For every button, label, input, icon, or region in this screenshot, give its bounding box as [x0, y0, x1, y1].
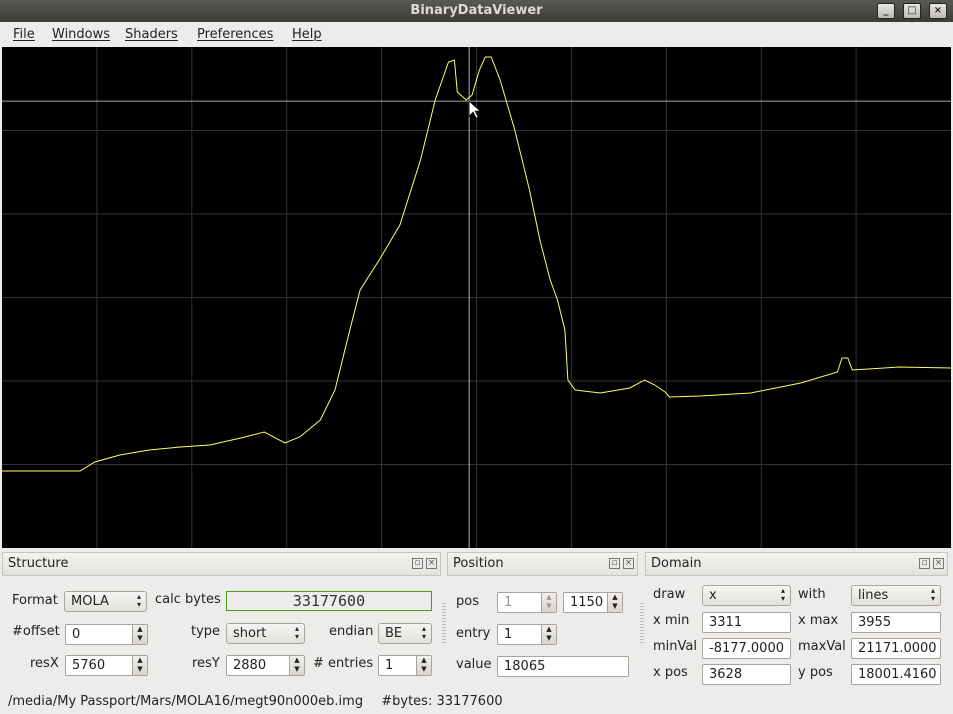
entry-label: entry [456, 626, 491, 641]
resy-spinbox[interactable]: 2880 ▲ ▼ [226, 655, 305, 676]
domain-title: Domain [651, 556, 702, 571]
pos2-value: 1150 [570, 595, 604, 610]
pos-value: 1 [504, 595, 513, 610]
plot-svg[interactable] [2, 47, 951, 548]
domain-dock-header: Domain ▫ × [645, 552, 948, 576]
format-select[interactable]: MOLA [64, 591, 147, 612]
resy-label: resY [192, 656, 220, 671]
offset-spinbox[interactable]: 0 ▲ ▼ [65, 624, 148, 645]
type-select[interactable]: short [226, 623, 305, 644]
spin-arrows-icon[interactable]: ▲ ▼ [541, 625, 556, 644]
menu-shaders[interactable]: Shaders [125, 27, 178, 42]
xmin-label: x min [653, 613, 690, 628]
minimize-button[interactable]: _ [877, 3, 895, 19]
maximize-button[interactable]: □ [903, 3, 921, 19]
resx-spinbox[interactable]: 5760 ▲ ▼ [65, 655, 148, 676]
pos-label: pos [456, 594, 479, 609]
entries-label: # entries [313, 656, 374, 671]
maxval-field[interactable]: 21171.0000 [851, 638, 941, 659]
resx-value: 5760 [72, 658, 106, 673]
pos2-spinbox[interactable]: 1150 ▲ ▼ [563, 592, 623, 613]
float-icon[interactable]: ▫ [609, 558, 620, 569]
minval-field[interactable]: -8177.0000 [702, 638, 791, 659]
float-icon[interactable]: ▫ [919, 558, 930, 569]
xpos-label: x pos [653, 665, 688, 680]
close-icon[interactable]: × [426, 558, 437, 569]
xmin-field[interactable]: 3311 [702, 612, 791, 633]
spin-arrows-icon[interactable]: ▲ ▼ [541, 593, 556, 612]
value-field[interactable]: 18065 [497, 656, 629, 677]
ypos-label: y pos [798, 665, 833, 680]
type-label: type [191, 624, 221, 639]
plot-canvas[interactable] [2, 47, 951, 548]
file-path: /media/My Passport/Mars/MOLA16/megt90n00… [8, 694, 364, 709]
spin-arrows-icon[interactable]: ▲ ▼ [132, 625, 147, 644]
calc-bytes-label: calc bytes [155, 592, 221, 607]
offset-label: #offset [12, 624, 60, 639]
draw-label: draw [653, 587, 686, 602]
mouse-cursor-icon [468, 100, 482, 119]
spin-arrows-icon[interactable]: ▲ ▼ [416, 656, 431, 675]
dock-splitter[interactable] [442, 603, 446, 643]
xmax-field[interactable]: 3955 [851, 612, 941, 633]
with-label: with [798, 587, 826, 602]
calc-bytes-display: 33177600 [226, 591, 432, 611]
maxval-label: maxVal [798, 639, 846, 654]
ypos-field[interactable]: 18001.4160 [851, 664, 941, 685]
status-bar: /media/My Passport/Mars/MOLA16/megt90n00… [0, 690, 953, 714]
resy-value: 2880 [233, 658, 267, 673]
structure-title: Structure [8, 556, 69, 571]
title-bar: BinaryDataViewer _ □ × [0, 0, 953, 22]
menu-bar: File Windows Shaders Preferences Help [0, 22, 953, 47]
entry-value: 1 [504, 627, 513, 642]
menu-help[interactable]: Help [292, 27, 322, 42]
position-title: Position [453, 556, 504, 571]
structure-dock-header: Structure ▫ × [2, 552, 441, 576]
offset-value: 0 [72, 627, 81, 642]
xpos-field[interactable]: 3628 [702, 664, 791, 685]
entries-value: 1 [385, 658, 394, 673]
menu-windows[interactable]: Windows [52, 27, 110, 42]
entries-spinbox[interactable]: 1 ▲ ▼ [378, 655, 432, 676]
menu-preferences[interactable]: Preferences [197, 27, 273, 42]
with-select[interactable]: lines [851, 585, 941, 606]
xmax-label: x max [798, 613, 839, 628]
position-dock-header: Position ▫ × [447, 552, 638, 576]
pos-spinbox[interactable]: 1 ▲ ▼ [497, 592, 557, 613]
spin-arrows-icon[interactable]: ▲ ▼ [289, 656, 304, 675]
minval-label: minVal [653, 639, 697, 654]
window-title: BinaryDataViewer [410, 3, 543, 18]
spin-arrows-icon[interactable]: ▲ ▼ [607, 593, 622, 612]
byte-count: #bytes: 33177600 [381, 694, 503, 709]
entry-spinbox[interactable]: 1 ▲ ▼ [497, 624, 557, 645]
menu-file[interactable]: File [13, 27, 35, 42]
close-icon[interactable]: × [933, 558, 944, 569]
value-label: value [456, 657, 492, 672]
resx-label: resX [30, 656, 59, 671]
float-icon[interactable]: ▫ [412, 558, 423, 569]
spin-arrows-icon[interactable]: ▲ ▼ [132, 656, 147, 675]
close-icon[interactable]: × [623, 558, 634, 569]
draw-select[interactable]: x [702, 585, 791, 606]
format-label: Format [12, 593, 58, 608]
close-button[interactable]: × [929, 3, 947, 19]
dock-splitter[interactable] [640, 603, 644, 643]
endian-label: endian [329, 624, 374, 639]
endian-select[interactable]: BE [378, 623, 432, 644]
